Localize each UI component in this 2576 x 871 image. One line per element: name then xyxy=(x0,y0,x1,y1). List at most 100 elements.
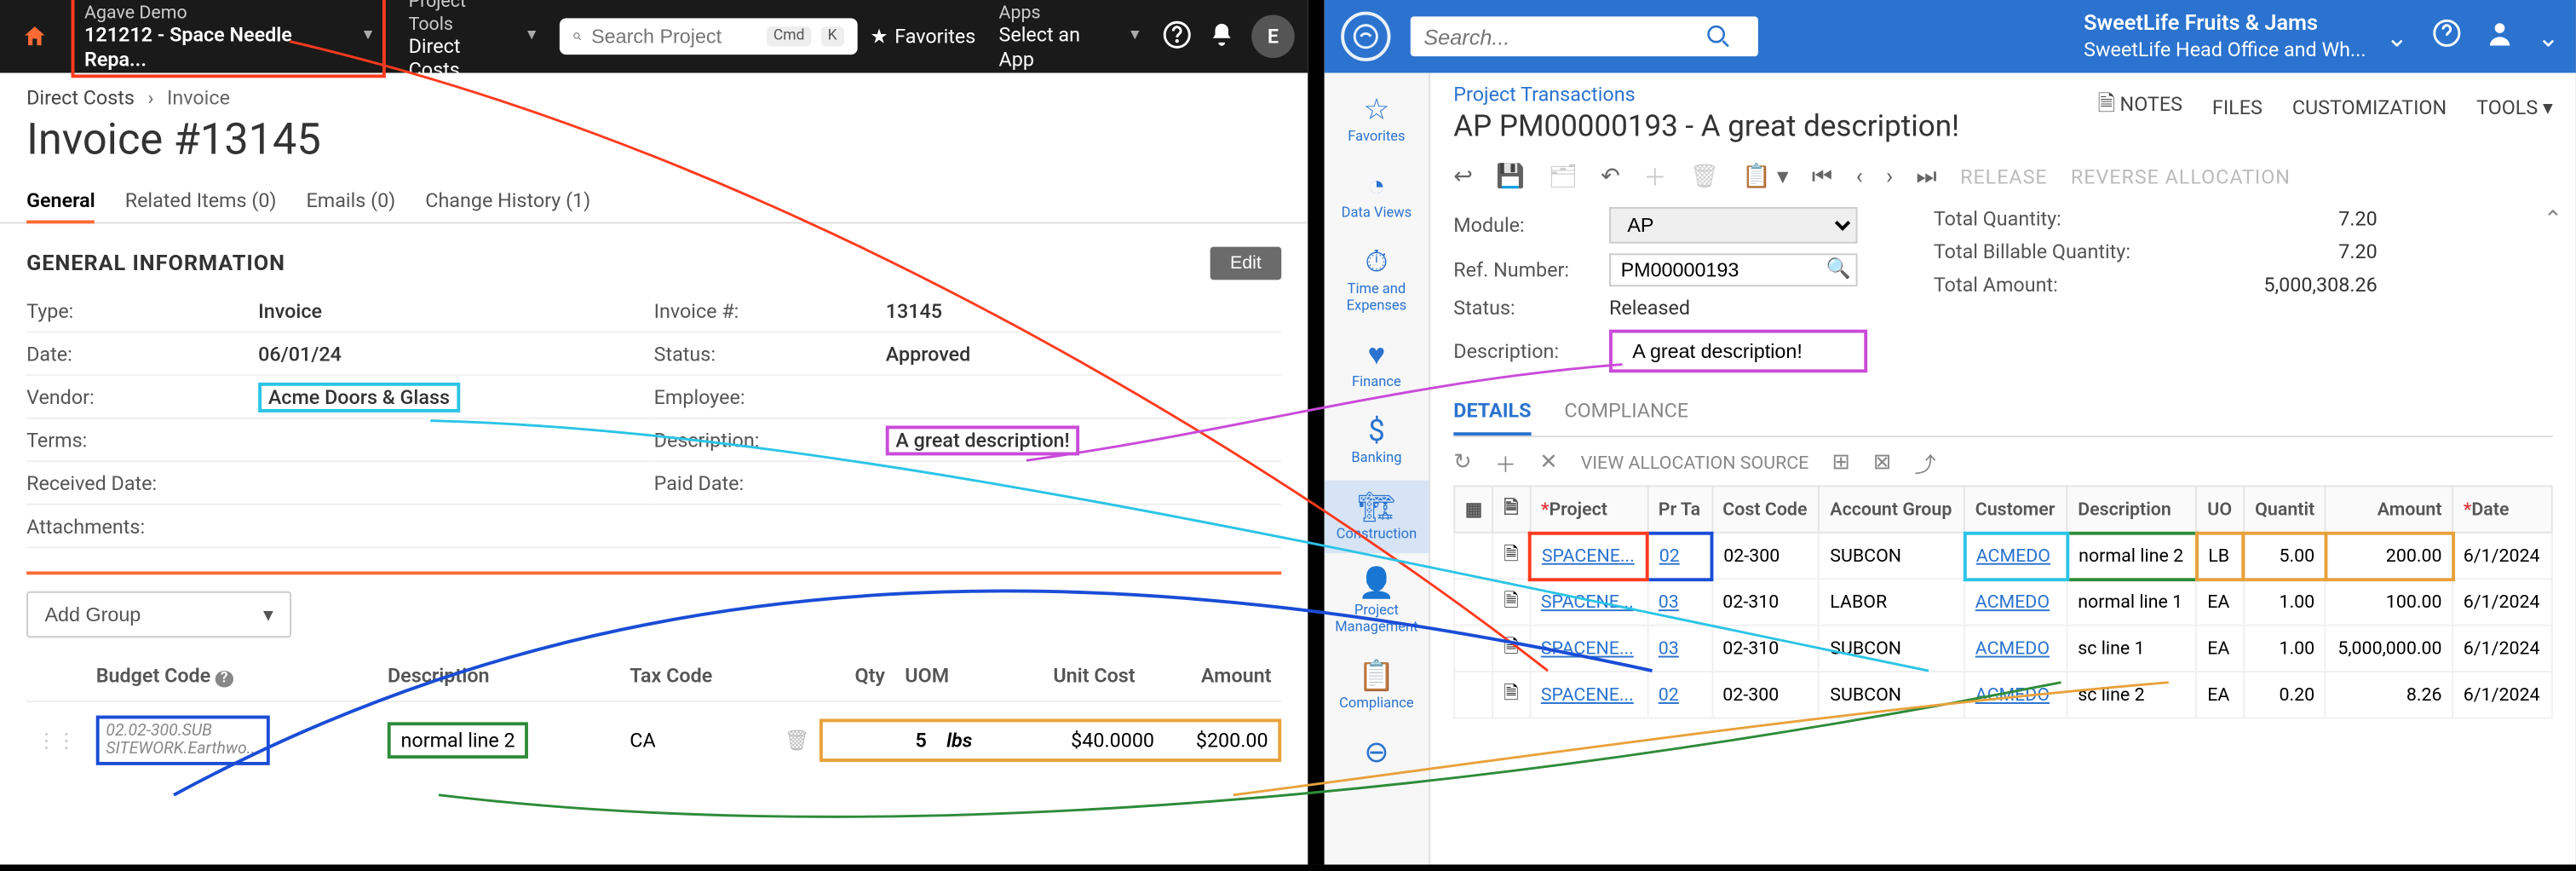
col-account-group[interactable]: Account Group xyxy=(1820,486,1964,532)
reverse-allocation-button[interactable]: REVERSE ALLOCATION xyxy=(2071,165,2291,188)
col-cost-code[interactable]: Cost Code xyxy=(1712,486,1820,532)
project-task-link[interactable]: 03 xyxy=(1659,637,1679,659)
help-icon[interactable] xyxy=(2431,18,2461,55)
add-icon[interactable]: ＋ xyxy=(1643,161,1666,194)
favorites-button[interactable]: ★ Favorites xyxy=(871,25,976,48)
prev-icon[interactable]: ‹ xyxy=(1856,164,1863,190)
customer-link[interactable]: ACMEDO xyxy=(1975,684,2050,706)
grid-row[interactable]: 🗎SPACENE...0202-300SUBCONACMEDOsc line 2… xyxy=(1454,672,2551,718)
col-date[interactable]: *Date xyxy=(2452,486,2552,532)
save-icon[interactable]: 💾 xyxy=(1496,164,1525,190)
sidebar-item-banking[interactable]: $Banking xyxy=(1325,404,1429,477)
sidebar-item-time-expenses[interactable]: ⏱Time and Expenses xyxy=(1325,235,1429,325)
delete-icon[interactable]: 🗑 xyxy=(1690,164,1720,190)
project-selector[interactable]: Agave Demo 121212 - Space Needle Repa...… xyxy=(72,0,386,78)
help-icon[interactable]: ? xyxy=(216,671,233,687)
customer-link[interactable]: ACMEDO xyxy=(1975,637,2050,659)
sidebar-item-finance[interactable]: ♥Finance xyxy=(1325,328,1429,401)
view-allocation-button[interactable]: VIEW ALLOCATION SOURCE xyxy=(1581,453,1809,474)
customer-link[interactable]: ACMEDO xyxy=(1975,591,2050,613)
doc-icon[interactable]: 🗎 xyxy=(1493,672,1530,718)
col-quantity[interactable]: Quantit xyxy=(2243,486,2325,532)
grid-row[interactable]: 🗎SPACENE...0202-300SUBCONACMEDOnormal li… xyxy=(1454,533,2551,579)
back-icon[interactable]: ↩ xyxy=(1453,164,1473,190)
col-selector[interactable]: ▦ xyxy=(1454,486,1492,532)
project-link[interactable]: SPACENE... xyxy=(1541,637,1634,659)
files-button[interactable]: FILES xyxy=(2212,96,2263,119)
sidebar-item-compliance[interactable]: 📋Compliance xyxy=(1325,649,1429,723)
tab-compliance[interactable]: COMPLIANCE xyxy=(1564,389,1688,436)
tab-general[interactable]: General xyxy=(26,179,95,222)
home-icon[interactable] xyxy=(14,14,58,60)
chevron-down-icon[interactable]: ⌄ xyxy=(2537,20,2559,52)
search-box[interactable]: Cmd K xyxy=(559,18,857,55)
expand-icon[interactable]: ⌃ xyxy=(2544,207,2563,234)
line-item-row[interactable]: ⋮⋮ 02.02-300.SUBSITEWORK.Earthwo... norm… xyxy=(26,701,1281,778)
bell-icon[interactable] xyxy=(1209,20,1235,52)
doc-icon[interactable]: 🗎 xyxy=(1493,579,1530,625)
doc-icon[interactable]: 🗎 xyxy=(1493,626,1530,672)
user-avatar[interactable]: E xyxy=(1251,14,1295,58)
col-uom[interactable]: UO xyxy=(2197,486,2244,532)
grid-row[interactable]: 🗎SPACENE...0302-310SUBCONACMEDOsc line 1… xyxy=(1454,626,2551,672)
undo-icon[interactable]: ↶ xyxy=(1601,164,1620,190)
drag-handle-icon[interactable]: ⋮⋮ xyxy=(37,729,77,752)
col-amount[interactable]: Amount xyxy=(2326,486,2452,532)
sidebar-item-data-views[interactable]: ◔Data Views xyxy=(1325,159,1429,233)
sidebar-item-favorites[interactable]: ☆Favorites xyxy=(1325,83,1429,156)
chevron-down-icon[interactable]: ⌄ xyxy=(2386,20,2408,52)
clipboard-icon[interactable]: 📋 ▾ xyxy=(1742,164,1788,190)
last-icon[interactable]: ⏭ xyxy=(1916,164,1937,190)
project-task-link[interactable]: 02 xyxy=(1659,684,1679,706)
delete-icon[interactable]: 🗑 xyxy=(785,729,810,752)
project-link[interactable]: SPACENE... xyxy=(1541,591,1634,613)
export-icon[interactable]: ⊠ xyxy=(1873,451,1891,476)
delete-row-icon[interactable]: ✕ xyxy=(1539,451,1557,476)
upload-icon[interactable]: ⤴ xyxy=(1914,447,1935,479)
sidebar-collapse[interactable]: ⊖ xyxy=(1325,725,1429,782)
fit-columns-icon[interactable]: ⊞ xyxy=(1832,451,1850,476)
user-icon[interactable] xyxy=(2484,18,2514,55)
refresh-icon[interactable]: ↻ xyxy=(1453,451,1471,476)
tools-button[interactable]: TOOLS ▾ xyxy=(2476,96,2553,119)
search-input[interactable] xyxy=(1423,24,1705,49)
tab-related-items[interactable]: Related Items (0) xyxy=(125,179,277,222)
release-button[interactable]: RELEASE xyxy=(1960,165,2048,188)
help-icon[interactable] xyxy=(1162,19,1192,54)
project-task-link[interactable]: 03 xyxy=(1659,591,1679,613)
project-task-link[interactable]: 02 xyxy=(1659,545,1680,566)
company-selector[interactable]: SweetLife Fruits & Jams SweetLife Head O… xyxy=(2084,12,2366,61)
add-group-button[interactable]: Add Group ▾ xyxy=(26,591,291,637)
add-row-icon[interactable]: ＋ xyxy=(1495,447,1516,479)
apps-selector[interactable]: Apps Select an App ▼ xyxy=(989,0,1149,74)
col-project-task[interactable]: Pr Ta xyxy=(1647,486,1712,532)
crumb-direct-costs[interactable]: Direct Costs xyxy=(26,86,135,109)
next-icon[interactable]: › xyxy=(1886,164,1893,190)
sidebar-item-project-mgmt[interactable]: 👤Project Management xyxy=(1325,557,1429,646)
ref-input[interactable] xyxy=(1609,253,1858,286)
tab-details[interactable]: DETAILS xyxy=(1453,389,1531,436)
doc-icon[interactable]: 🗎 xyxy=(1493,533,1530,579)
project-link[interactable]: SPACENE... xyxy=(1541,684,1634,706)
project-tools-selector[interactable]: Project Tools Direct Costs ▼ xyxy=(399,0,546,85)
notes-button[interactable]: 🗎 NOTES xyxy=(2097,89,2182,126)
edit-button[interactable]: Edit xyxy=(1210,247,1282,280)
col-customer[interactable]: Customer xyxy=(1964,486,2067,532)
customer-link[interactable]: ACMEDO xyxy=(1976,545,2050,566)
search-box[interactable] xyxy=(1411,16,1758,56)
app-logo-icon[interactable] xyxy=(1341,12,1390,61)
tab-emails[interactable]: Emails (0) xyxy=(307,179,396,222)
first-icon[interactable]: ⏮ xyxy=(1812,164,1833,190)
module-select[interactable]: AP xyxy=(1609,207,1858,244)
project-link[interactable]: SPACENE... xyxy=(1542,545,1635,566)
col-project[interactable]: *Project xyxy=(1530,486,1647,532)
sidebar-item-construction[interactable]: 🏗Construction xyxy=(1325,481,1429,554)
grid-row[interactable]: 🗎SPACENE...0302-310LABORACMEDOnormal lin… xyxy=(1454,579,2551,625)
desc-input[interactable] xyxy=(1623,337,1854,366)
save-close-icon[interactable]: 🗂 xyxy=(1548,164,1578,190)
tab-change-history[interactable]: Change History (1) xyxy=(425,179,590,222)
search-input[interactable] xyxy=(591,25,756,48)
col-description[interactable]: Description xyxy=(2067,486,2197,532)
lookup-icon[interactable]: 🔍 xyxy=(1826,257,1851,280)
customization-button[interactable]: CUSTOMIZATION xyxy=(2292,96,2447,119)
